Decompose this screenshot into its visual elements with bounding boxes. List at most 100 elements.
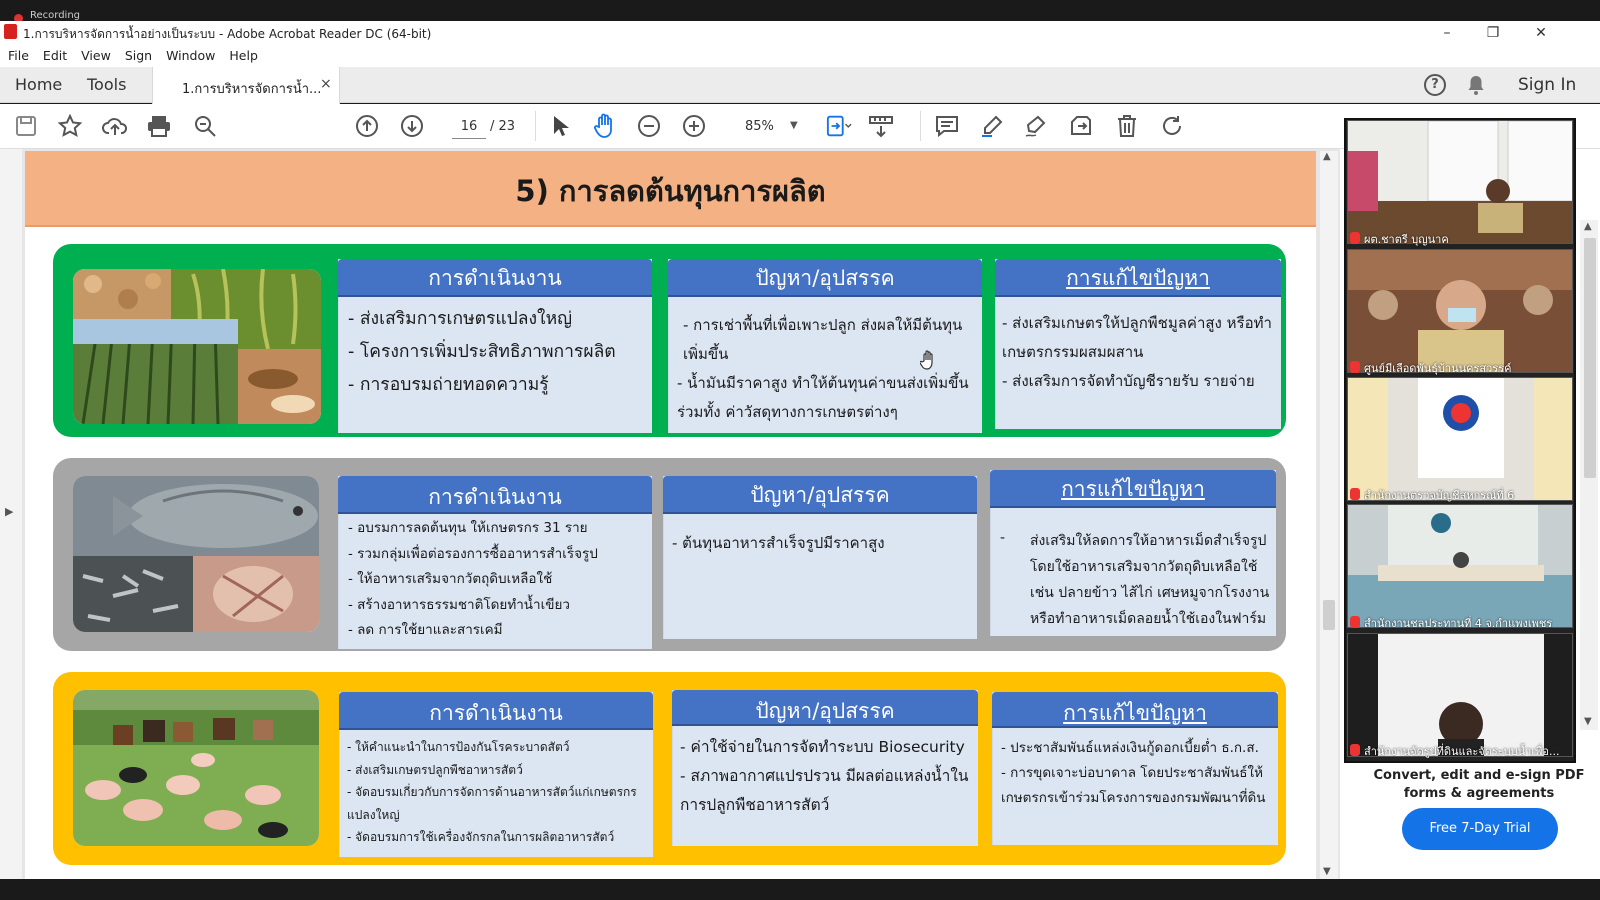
expand-left-panel-icon[interactable]: ▶	[5, 505, 13, 518]
rotate-icon[interactable]	[1159, 113, 1185, 139]
list-item: - ลด การใช้ยาและสารเคมี	[348, 622, 503, 638]
save-icon[interactable]	[13, 113, 39, 139]
muted-mic-icon	[1350, 616, 1360, 628]
document-scrollbar[interactable]	[1320, 151, 1338, 879]
comment-icon[interactable]	[934, 113, 960, 139]
participant-name: สำนักงานชลประทานที่ 4 จ.กำแพงเพชร	[1364, 617, 1553, 630]
list-item: - น้ำมันมีราคาสูง ทำให้ต้นทุนค่าขนส่งเพิ…	[677, 374, 969, 421]
operation-header-2: การดำเนินงาน	[338, 476, 652, 514]
list-item: - การอบรมถ่ายทอดความรู้	[348, 375, 549, 395]
list-item: - ส่งเสริมการเกษตรแปลงใหญ่	[348, 309, 573, 329]
problem-list-2: - ต้นทุนอาหารสำเร็จรูปมีราคาสูง	[672, 532, 972, 555]
menu-bar: File Edit View Sign Window Help	[0, 45, 1600, 67]
problem-header-2: ปัญหา/อุปสรรค	[663, 476, 977, 514]
delete-trash-icon[interactable]	[1114, 113, 1140, 139]
menu-window[interactable]: Window	[166, 45, 215, 67]
recording-label: Recording	[30, 10, 81, 21]
list-item: - ส่งเสริมการจัดทำบัญชีรายรับ รายจ่าย	[1002, 372, 1255, 390]
operation-list-3: - ให้คำแนะนำในการป้องกันโรคระบาดสัตว์ - …	[347, 736, 647, 849]
close-window-button[interactable]: ✕	[1518, 22, 1564, 44]
maximize-button[interactable]: ❐	[1470, 22, 1516, 44]
video-tile-4[interactable]	[1347, 504, 1573, 628]
sign-pen-icon[interactable]	[1023, 113, 1049, 139]
recording-bar	[0, 0, 1600, 21]
zoom-out-icon[interactable]	[636, 113, 662, 139]
problem-list-3: - ค่าใช้จ่ายในการจัดทำระบบ Biosecurity -…	[680, 733, 976, 820]
bottom-bar	[0, 879, 1600, 900]
operation-header-1: การดำเนินงาน	[338, 259, 652, 297]
menu-file[interactable]: File	[8, 45, 29, 67]
scroll-thumb[interactable]	[1323, 600, 1335, 630]
stamp-icon[interactable]	[1068, 113, 1094, 139]
livestock-photo	[73, 690, 319, 846]
solution-dash-2: -	[1000, 530, 1006, 546]
muted-mic-icon	[1350, 361, 1360, 373]
menu-view[interactable]: View	[81, 45, 111, 67]
operation-list-1: - ส่งเสริมการเกษตรแปลงใหญ่ - โครงการเพิ่…	[348, 303, 648, 402]
sign-in-button[interactable]: Sign In	[1518, 75, 1576, 95]
video-tile-2[interactable]	[1347, 249, 1573, 373]
participant-name: สำนักงานตรวจบัญชีสหกรณ์ที่ 6	[1364, 489, 1515, 502]
list-item: - ประชาสัมพันธ์แหล่งเงินกู้ดอกเบี้ยต่ำ ธ…	[1001, 740, 1259, 756]
zoom-search-icon[interactable]	[192, 113, 218, 139]
help-icon[interactable]: ?	[1424, 74, 1446, 96]
close-tab-icon[interactable]: ×	[320, 76, 332, 92]
highlight-pen-icon[interactable]	[979, 113, 1005, 139]
operation-list-2: - อบรมการลดต้นทุน ให้เกษตรกร 31 ราย - รว…	[348, 516, 648, 644]
list-item: - ให้คำแนะนำในการป้องกันโรคระบาดสัตว์	[347, 740, 570, 754]
scroll-up-icon[interactable]: ▲	[1584, 221, 1592, 232]
scroll-down-icon[interactable]: ▼	[1323, 866, 1331, 877]
solution-header-1: การแก้ไขปัญหา	[995, 259, 1281, 297]
solution-text-2: ส่งเสริมให้ลดการให้อาหารเม็ดสำเร็จรูป โด…	[1030, 533, 1270, 627]
solution-header-3: การแก้ไขปัญหา	[992, 692, 1278, 728]
list-item: - ส่งเสริมเกษตรปลูกพืชอาหารสัตว์	[347, 762, 523, 777]
list-item: - โครงการเพิ่มประสิทธิภาพการผลิต	[348, 342, 616, 362]
bookmark-star-icon[interactable]	[57, 113, 83, 139]
tab-tools[interactable]: Tools	[87, 67, 126, 103]
page-number-input[interactable]: 16	[452, 115, 486, 139]
problem-header-3: ปัญหา/อุปสรรค	[672, 690, 978, 726]
muted-mic-icon	[1350, 232, 1360, 244]
problem-header-1: ปัญหา/อุปสรรค	[668, 259, 982, 297]
scroll-down-icon[interactable]: ▼	[1584, 716, 1592, 727]
scroll-mode-icon[interactable]	[868, 113, 894, 139]
notification-bell-icon[interactable]	[1466, 74, 1486, 96]
document-tab-label: 1.การบริหารจัดการน้ำ...	[182, 82, 322, 97]
fit-page-icon[interactable]	[826, 113, 852, 139]
solution-list-3: - ประชาสัมพันธ์แหล่งเงินกู้ดอกเบี้ยต่ำ ธ…	[1001, 736, 1273, 811]
next-page-icon[interactable]	[399, 113, 425, 139]
list-item: - ส่งเสริมเกษตรให้ปลูกพืชมูลค่าสูง หรือท…	[1002, 314, 1272, 361]
hand-tool-icon[interactable]	[592, 113, 618, 139]
muted-mic-icon	[1350, 744, 1360, 756]
video-tile-3[interactable]	[1347, 377, 1573, 501]
free-trial-button[interactable]: Free 7-Day Trial	[1402, 808, 1558, 850]
page-total: / 23	[490, 119, 516, 134]
menu-edit[interactable]: Edit	[43, 45, 67, 67]
list-item: - ให้อาหารเสริมจากวัตถุดิบเหลือใช้	[348, 571, 553, 587]
list-item: - ต้นทุนอาหารสำเร็จรูปมีราคาสูง	[672, 534, 885, 552]
video-tile-5[interactable]	[1347, 633, 1573, 757]
slide-title: 5) การลดต้นทุนการผลิต	[515, 174, 826, 208]
menu-sign[interactable]: Sign	[125, 45, 152, 67]
tab-home[interactable]: Home	[15, 67, 62, 103]
window-title: 1.การบริหารจัดการน้ำอย่างเป็นระบบ - Adob…	[23, 27, 432, 41]
right-panel-scroll-thumb[interactable]	[1584, 238, 1596, 478]
list-item: - อบรมการลดต้นทุน ให้เกษตรกร 31 ราย	[348, 520, 588, 536]
participant-name: สำนักงานจัดรูปที่ดินและจัดระบบน้ำเพื่อ..…	[1364, 745, 1560, 758]
upload-cloud-icon[interactable]	[102, 113, 128, 139]
zoom-level-select[interactable]: 85%	[745, 119, 774, 134]
cta-text: Convert, edit and e-sign PDF forms & agr…	[1373, 768, 1585, 801]
print-icon[interactable]	[146, 113, 172, 139]
scroll-up-icon[interactable]: ▲	[1323, 151, 1331, 162]
acrobat-icon	[4, 24, 17, 39]
zoom-in-icon[interactable]	[681, 113, 707, 139]
crops-photo	[73, 269, 321, 424]
menu-help[interactable]: Help	[229, 45, 258, 67]
select-cursor-icon[interactable]	[547, 113, 573, 139]
minimize-button[interactable]: –	[1424, 22, 1470, 44]
chevron-down-icon[interactable]: ▼	[790, 120, 798, 131]
muted-mic-icon	[1350, 488, 1360, 500]
previous-page-icon[interactable]	[354, 113, 380, 139]
toolbar-divider	[535, 111, 536, 141]
video-tile-1[interactable]	[1347, 120, 1573, 244]
